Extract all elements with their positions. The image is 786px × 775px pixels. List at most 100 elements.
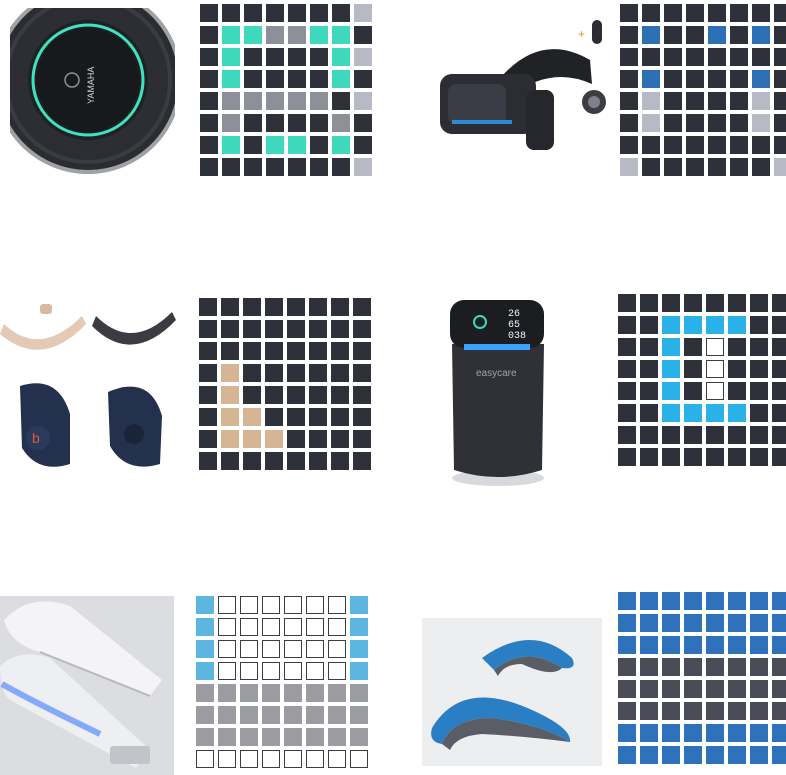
grid-cell: [640, 746, 658, 764]
pixel-grid-uv-wand: [196, 596, 368, 768]
grid-cell: [772, 404, 786, 422]
grid-cell: [618, 724, 636, 742]
grid-cell: [684, 360, 702, 378]
grid-cell: [354, 70, 372, 88]
pixel-grid-beats-earbuds: [199, 298, 371, 470]
grid-cell: [196, 728, 214, 746]
grid-cell: [306, 706, 324, 724]
grid-cell: [684, 382, 702, 400]
grid-cell: [240, 596, 258, 614]
grid-cell: [640, 724, 658, 742]
grid-cell: [684, 746, 702, 764]
grid-cell: [618, 426, 636, 444]
grid-cell: [684, 448, 702, 466]
grid-cell: [200, 48, 218, 66]
grid-cell: [354, 158, 372, 176]
grid-cell: [200, 92, 218, 110]
grid-cell: [353, 320, 371, 338]
grid-cell: [221, 408, 239, 426]
grid-cell: [332, 114, 350, 132]
grid-cell: [332, 70, 350, 88]
grid-cell: [752, 136, 770, 154]
grid-cell: [265, 430, 283, 448]
grid-cell: [728, 360, 746, 378]
grid-cell: [640, 614, 658, 632]
grid-cell: [664, 158, 682, 176]
grid-cell: [310, 48, 328, 66]
grid-cell: [750, 360, 768, 378]
grid-cell: [306, 728, 324, 746]
grid-cell: [774, 158, 786, 176]
grid-cell: [618, 636, 636, 654]
grid-cell: [640, 360, 658, 378]
grid-cell: [199, 452, 217, 470]
grid-cell: [618, 746, 636, 764]
grid-cell: [662, 294, 680, 312]
grid-cell: [730, 114, 748, 132]
grid-cell: [243, 386, 261, 404]
grid-cell: [310, 4, 328, 22]
grid-cell: [772, 746, 786, 764]
grid-cell: [287, 320, 305, 338]
grid-cell: [287, 364, 305, 382]
grid-cell: [222, 48, 240, 66]
product-image-uv-wand: [0, 596, 174, 775]
grid-cell: [284, 684, 302, 702]
grid-cell: [684, 404, 702, 422]
grid-cell: [774, 70, 786, 88]
grid-cell: [618, 680, 636, 698]
grid-cell: [284, 706, 302, 724]
grid-cell: [196, 618, 214, 636]
grid-cell: [706, 680, 724, 698]
grid-cell: [244, 70, 262, 88]
grid-cell: [218, 640, 236, 658]
grid-cell: [642, 136, 660, 154]
grid-cell: [287, 430, 305, 448]
grid-cell: [618, 448, 636, 466]
grid-cell: [331, 386, 349, 404]
grid-cell: [350, 618, 368, 636]
grid-cell: [706, 724, 724, 742]
grid-cell: [642, 70, 660, 88]
grid-cell: [196, 662, 214, 680]
grid-cell: [640, 426, 658, 444]
grid-cell: [772, 680, 786, 698]
grid-cell: [706, 404, 724, 422]
grid-cell: [640, 316, 658, 334]
grid-cell: [708, 26, 726, 44]
grid-cell: [221, 342, 239, 360]
grid-cell: [750, 746, 768, 764]
grid-cell: [728, 702, 746, 720]
grid-cell: [684, 680, 702, 698]
grid-cell: [620, 70, 638, 88]
grid-cell: [221, 430, 239, 448]
grid-cell: [772, 658, 786, 676]
grid-cell: [752, 48, 770, 66]
grid-cell: [662, 426, 680, 444]
grid-cell: [265, 320, 283, 338]
grid-cell: [686, 92, 704, 110]
grid-cell: [354, 136, 372, 154]
grid-cell: [306, 662, 324, 680]
grid-cell: [244, 26, 262, 44]
grid-cell: [288, 4, 306, 22]
grid-cell: [266, 48, 284, 66]
grid-cell: [350, 596, 368, 614]
grid-cell: [752, 92, 770, 110]
grid-cell: [221, 320, 239, 338]
grid-cell: [774, 92, 786, 110]
grid-cell: [265, 364, 283, 382]
grid-cell: [222, 26, 240, 44]
grid-cell: [618, 658, 636, 676]
grid-cell: [752, 26, 770, 44]
grid-cell: [708, 92, 726, 110]
grid-cell: [664, 26, 682, 44]
grid-cell: [706, 448, 724, 466]
grid-cell: [662, 448, 680, 466]
grid-cell: [642, 4, 660, 22]
grid-cell: [664, 4, 682, 22]
grid-cell: [354, 92, 372, 110]
grid-cell: [310, 92, 328, 110]
grid-cell: [684, 592, 702, 610]
grid-cell: [243, 342, 261, 360]
